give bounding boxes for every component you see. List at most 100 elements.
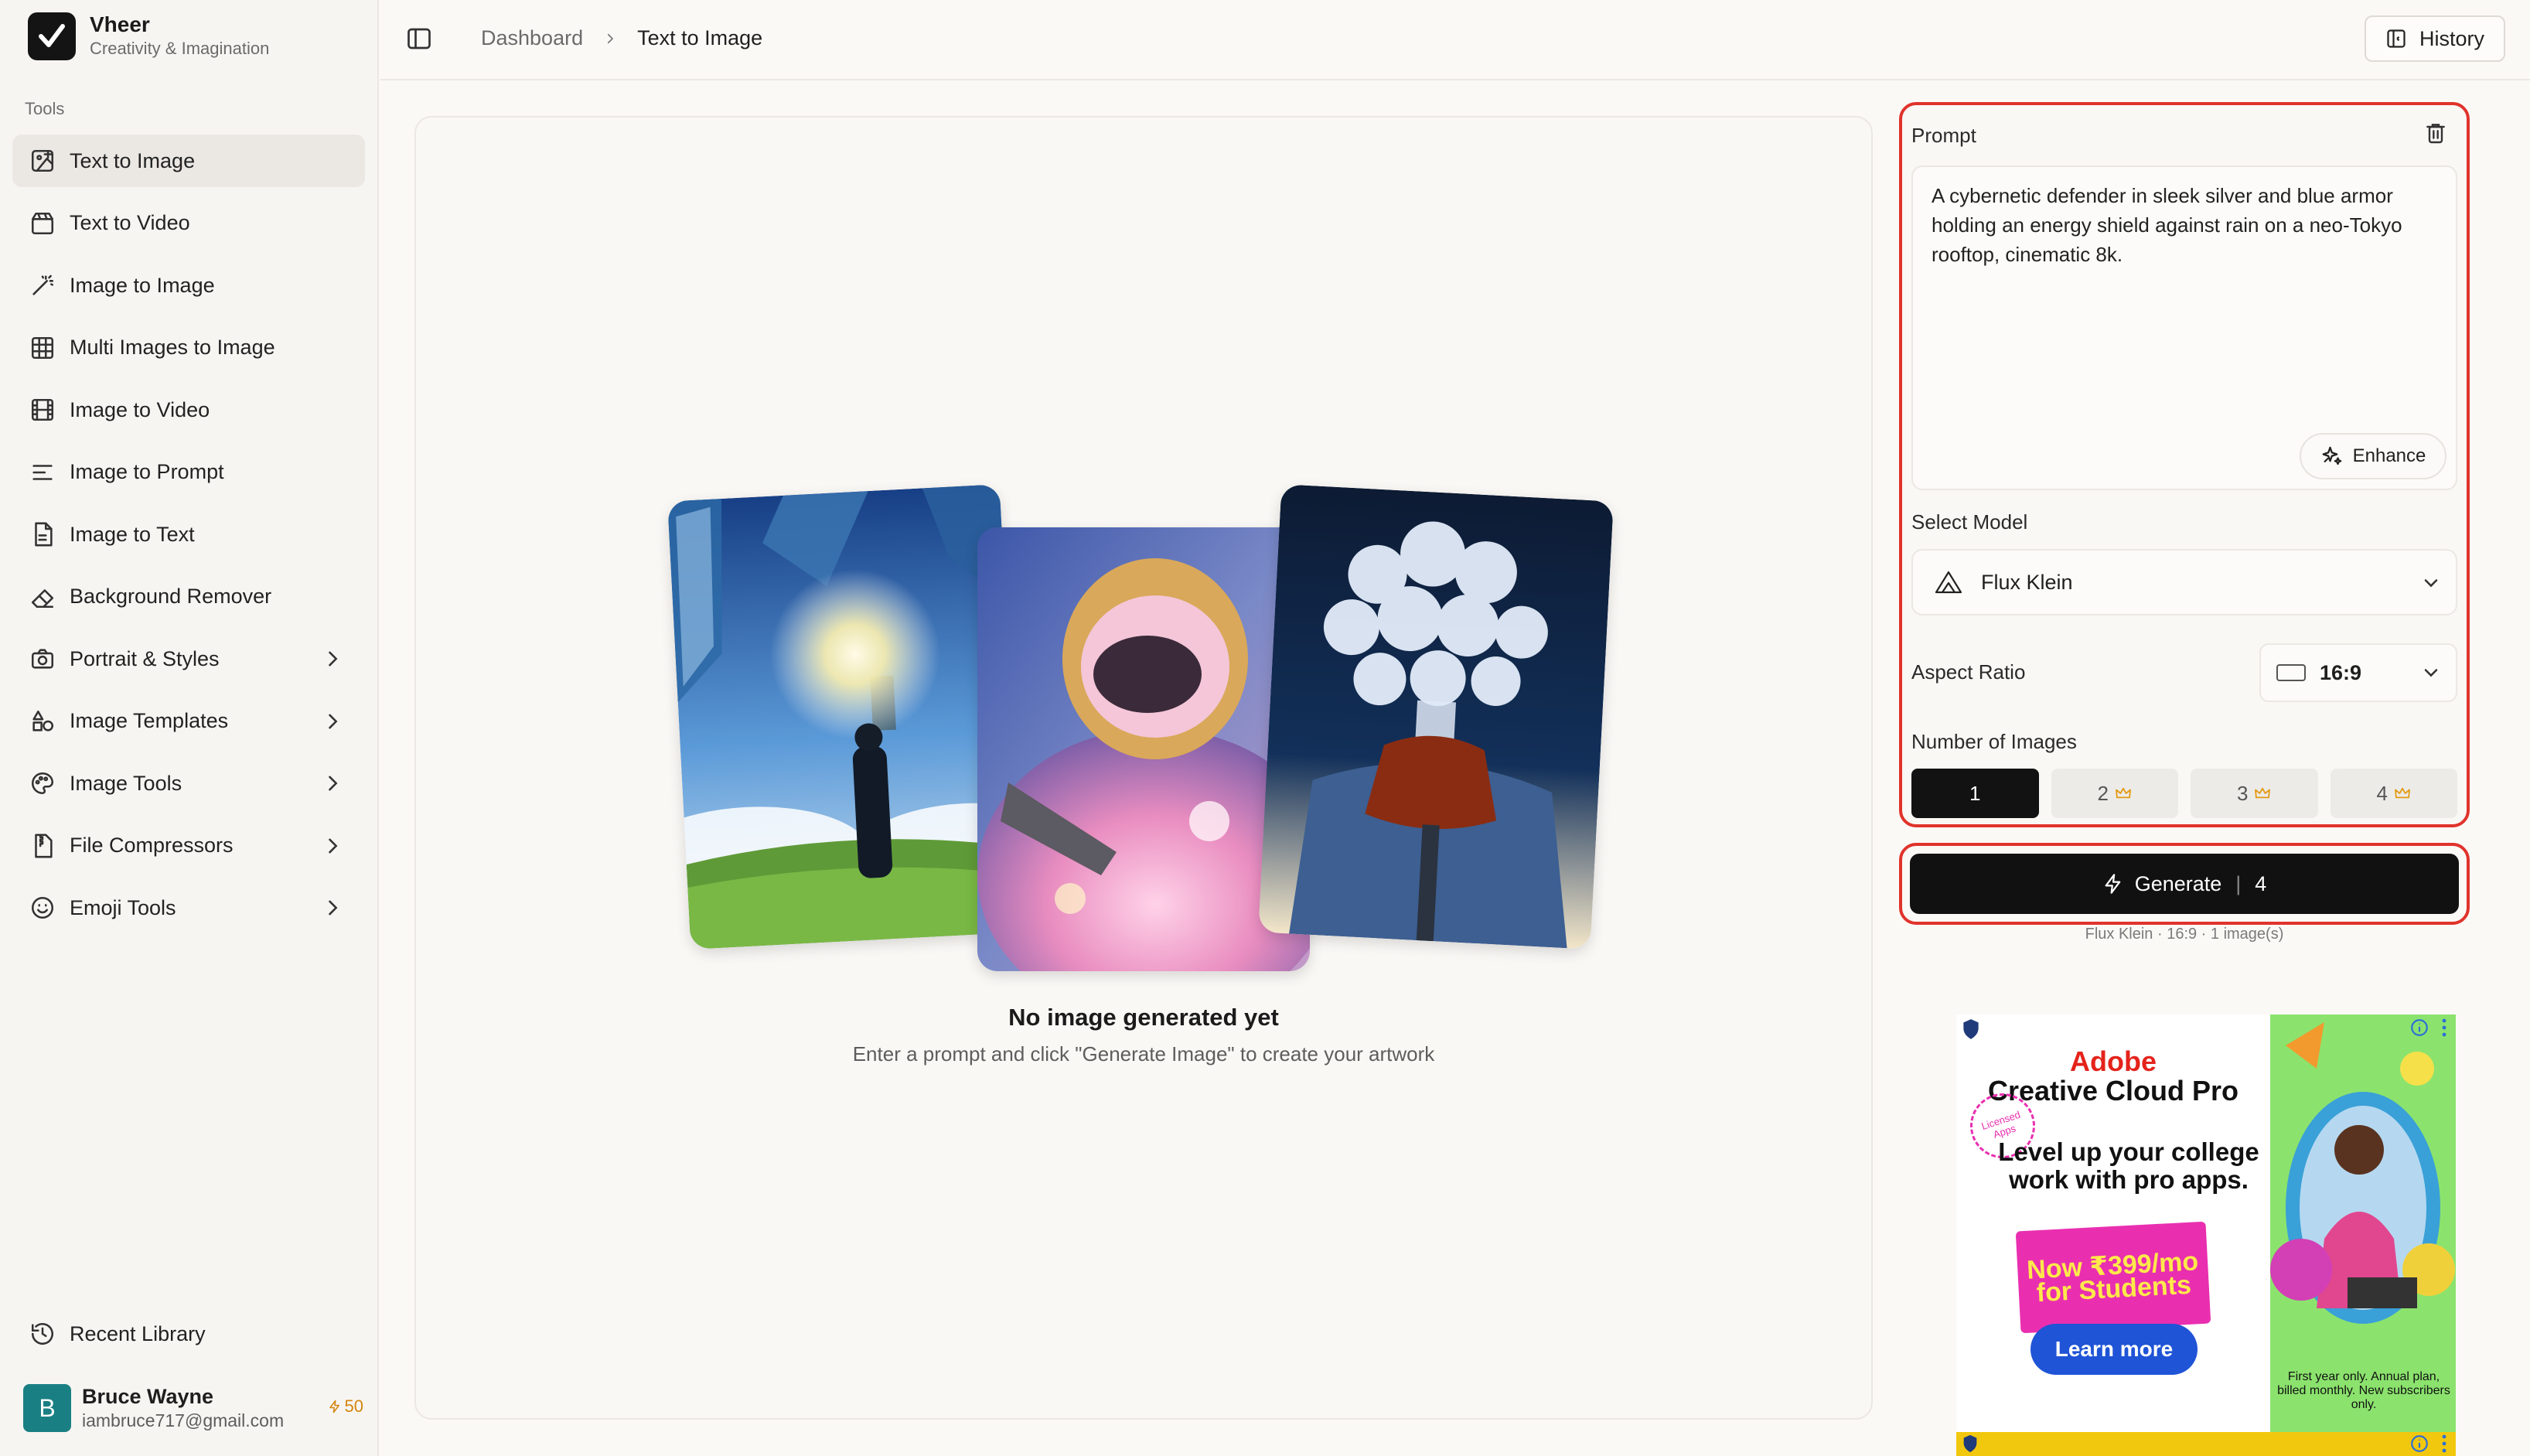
eraser-icon xyxy=(29,584,56,610)
sidebar-item-file-compressors[interactable]: File Compressors xyxy=(12,820,365,872)
sidebar-item-text-to-image[interactable]: Text to Image xyxy=(12,135,365,187)
generate-button[interactable]: Generate | 4 xyxy=(1910,854,2459,914)
sidebar-item-label: Background Remover xyxy=(70,585,272,608)
image-count-selector: 1 2 3 4 xyxy=(1911,769,2457,818)
breadcrumb: Dashboard Text to Image xyxy=(481,26,762,50)
generate-cost: 4 xyxy=(2255,871,2267,895)
ad-info-icon[interactable] xyxy=(2409,1434,2429,1454)
text-lines-icon xyxy=(29,459,56,486)
sidebar-item-label: File Compressors xyxy=(70,834,234,857)
aspect-ratio-select[interactable]: 16:9 xyxy=(2259,643,2457,702)
history-clock-icon xyxy=(29,1321,56,1347)
recent-library-label: Recent Library xyxy=(70,1321,206,1345)
sidebar-item-label: Text to Image xyxy=(70,148,196,172)
empty-state-subtitle: Enter a prompt and click "Generate Image… xyxy=(852,1042,1435,1066)
ad-info-icon[interactable] xyxy=(2409,1018,2429,1038)
user-email: iambruce717@gmail.com xyxy=(82,1410,285,1430)
flux-model-icon xyxy=(1935,571,1962,594)
generate-label: Generate xyxy=(2134,871,2222,895)
trash-icon[interactable] xyxy=(2423,121,2448,145)
number-of-images-label: Number of Images xyxy=(1911,730,2077,753)
sample-image-man-in-field xyxy=(667,484,1023,950)
ad-learn-more-button[interactable]: Learn more xyxy=(2030,1324,2198,1375)
magic-wand-icon xyxy=(29,272,56,298)
sidebar-item-image-to-prompt[interactable]: Image to Prompt xyxy=(12,446,365,499)
ad-bottom-strip xyxy=(1956,1432,2456,1456)
user-account[interactable]: B Bruce Wayne iambruce717@gmail.com 50 xyxy=(23,1381,363,1435)
sidebar-item-label: Emoji Tools xyxy=(70,895,176,919)
crown-icon xyxy=(2115,782,2132,806)
sidebar-item-label: Image to Image xyxy=(70,273,215,297)
camera-icon xyxy=(29,646,56,672)
model-select[interactable]: Flux Klein xyxy=(1911,549,2457,615)
history-button[interactable]: History xyxy=(2365,15,2505,62)
sidebar-item-label: Portrait & Styles xyxy=(70,646,220,670)
sidebar-toggle-icon[interactable] xyxy=(405,25,433,53)
film-icon xyxy=(29,397,56,423)
generate-highlight: Generate | 4 xyxy=(1899,843,2470,925)
sidebar-item-background-remover[interactable]: Background Remover xyxy=(12,571,365,623)
image-count-option-2[interactable]: 2 xyxy=(2051,769,2178,818)
grid-icon xyxy=(29,335,56,361)
empty-state-title: No image generated yet xyxy=(1008,1004,1279,1031)
crown-icon xyxy=(2394,782,2411,806)
sample-image-pixel-bouquet xyxy=(1258,484,1614,950)
brand[interactable]: Vheer Creativity & Imagination xyxy=(28,12,269,60)
sidebar-item-portrait-and-styles[interactable]: Portrait & Styles xyxy=(12,633,365,685)
enhance-button[interactable]: Enhance xyxy=(2300,433,2446,479)
model-value: Flux Klein xyxy=(1981,570,2073,594)
chevron-down-icon xyxy=(2424,579,2438,588)
chevron-right-icon xyxy=(608,33,614,43)
ad-more-icon[interactable] xyxy=(2440,1018,2448,1038)
sparkles-icon xyxy=(2322,446,2341,465)
sidebar-item-image-tools[interactable]: Image Tools xyxy=(12,757,365,810)
sidebar-item-text-to-video[interactable]: Text to Video xyxy=(12,197,365,250)
crown-icon xyxy=(2254,782,2271,806)
breadcrumb-dashboard[interactable]: Dashboard xyxy=(481,26,583,50)
ad-price-tag: Now ₹399/mo for Students xyxy=(2015,1221,2211,1334)
credit-count: 50 xyxy=(344,1396,363,1416)
image-count-value: 2 xyxy=(2097,781,2109,805)
sidebar-item-multi-images-to-image[interactable]: Multi Images to Image xyxy=(12,322,365,374)
history-panel-icon xyxy=(2387,29,2406,48)
sidebar-item-label: Image Tools xyxy=(70,771,182,795)
image-count-option-3[interactable]: 3 xyxy=(2191,769,2318,818)
ad-shield-icon xyxy=(1963,1434,1977,1453)
chevron-right-icon xyxy=(322,772,343,794)
ad-copy-area: Adobe Creative Cloud Pro Licensed Apps L… xyxy=(1956,1014,2270,1432)
ad-price-line2: for Students xyxy=(2035,1270,2192,1308)
sidebar-item-image-to-video[interactable]: Image to Video xyxy=(12,384,365,436)
ad-brand: Adobe xyxy=(2070,1045,2157,1077)
prompt-label: Prompt xyxy=(1911,124,1976,147)
select-model-label: Select Model xyxy=(1911,510,2028,534)
image-count-option-1[interactable]: 1 xyxy=(1911,769,2039,818)
aspect-ratio-label: Aspect Ratio xyxy=(1911,660,2026,684)
image-count-option-4[interactable]: 4 xyxy=(2330,769,2457,818)
file-zip-icon xyxy=(29,833,56,859)
image-count-value: 1 xyxy=(1969,781,1981,805)
ad-more-icon[interactable] xyxy=(2440,1434,2448,1454)
ratio-rectangle-icon xyxy=(2276,664,2306,681)
generate-divider: | xyxy=(2235,871,2242,895)
chevron-down-icon xyxy=(2424,669,2438,677)
recent-library-link[interactable]: Recent Library xyxy=(12,1308,365,1360)
tools-section-label: Tools xyxy=(25,99,65,118)
enhance-label: Enhance xyxy=(2352,445,2426,466)
document-icon xyxy=(29,521,56,547)
advertisement[interactable]: Adobe Creative Cloud Pro Licensed Apps L… xyxy=(1956,1014,2456,1456)
ad-shield-icon xyxy=(1963,1019,1979,1039)
avatar: B xyxy=(23,1384,71,1432)
chevron-right-icon xyxy=(322,897,343,919)
ad-headline: Level up your college work with pro apps… xyxy=(1998,1137,2259,1194)
sidebar-item-image-templates[interactable]: Image Templates xyxy=(12,695,365,748)
prompt-textarea[interactable]: A cybernetic defender in sleek silver an… xyxy=(1911,165,2457,490)
image-plus-icon xyxy=(29,148,56,174)
ad-visual-area: First year only. Annual plan, billed mon… xyxy=(2270,1014,2456,1432)
sidebar-item-image-to-text[interactable]: Image to Text xyxy=(12,508,365,561)
history-label: History xyxy=(2419,26,2484,50)
sidebar-item-emoji-tools[interactable]: Emoji Tools xyxy=(12,881,365,934)
chevron-right-icon xyxy=(322,648,343,670)
sidebar-item-image-to-image[interactable]: Image to Image xyxy=(12,259,365,312)
sidebar-item-label: Multi Images to Image xyxy=(70,336,275,359)
ad-illustration xyxy=(2270,1022,2455,1324)
